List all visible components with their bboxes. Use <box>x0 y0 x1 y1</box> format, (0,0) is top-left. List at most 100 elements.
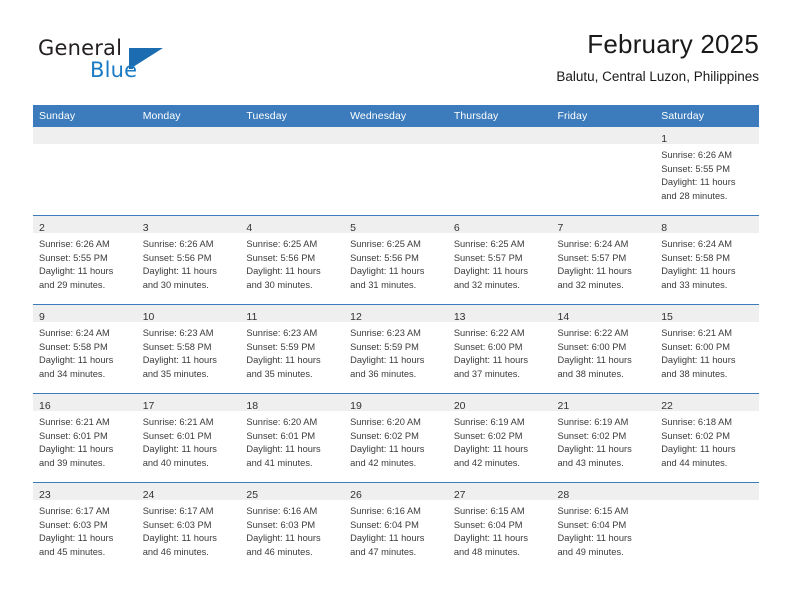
day-detail-line: Sunrise: 6:17 AM <box>142 506 214 516</box>
day-detail-line: and 44 minutes. <box>661 457 728 468</box>
day-detail-line: Sunset: 5:59 PM <box>350 341 419 352</box>
day-number-band: 4 <box>240 216 345 234</box>
calendar-day-cell-25[interactable]: 25 Sunrise: 6:16 AM Sunset: 6:03 PM Dayligh… <box>240 482 345 571</box>
weekday-header-tuesday: Tuesday <box>240 105 345 127</box>
day-details: Sunrise: 6:24 AM Sunset: 5:58 PM Daylight:… <box>33 322 137 381</box>
day-detail-line: and 28 minutes. <box>661 190 728 201</box>
day-detail-line: and 40 minutes. <box>142 457 209 468</box>
day-detail-line: Sunrise: 6:23 AM <box>350 328 421 338</box>
cell-inner <box>655 483 759 571</box>
day-details: Sunrise: 6:22 AM Sunset: 6:00 PM Daylight:… <box>448 322 552 381</box>
calendar-day-cell-1[interactable]: 1 Sunrise: 6:26 AM Sunset: 5:55 PM Daylight… <box>655 127 759 216</box>
cell-inner: 12 Sunrise: 6:23 AM Sunset: 5:59 PM Dayligh… <box>344 305 448 393</box>
calendar-day-cell-26[interactable]: 26 Sunrise: 6:16 AM Sunset: 6:04 PM Dayligh… <box>344 482 448 571</box>
day-detail-line: Daylight: 11 hours <box>350 444 425 455</box>
calendar-day-cell-16[interactable]: 16 Sunrise: 6:21 AM Sunset: 6:01 PM Dayligh… <box>33 393 137 483</box>
day-detail-line: Sunset: 6:01 PM <box>39 430 108 441</box>
calendar-empty-cell <box>344 127 448 216</box>
calendar-day-cell-3[interactable]: 3 Sunrise: 6:26 AM Sunset: 5:56 PM Daylight… <box>136 215 241 305</box>
day-detail-line: Sunset: 6:01 PM <box>246 430 316 441</box>
calendar-day-cell-5[interactable]: 5 Sunrise: 6:25 AM Sunset: 5:56 PM Daylight… <box>344 215 448 305</box>
calendar-day-cell-18[interactable]: 18 Sunrise: 6:20 AM Sunset: 6:01 PM Dayligh… <box>240 393 345 483</box>
brand-logo[interactable]: General Blue <box>33 36 233 88</box>
day-detail-line: Sunset: 6:02 PM <box>350 430 419 441</box>
calendar-day-cell-6[interactable]: 6 Sunrise: 6:25 AM Sunset: 5:57 PM Daylight… <box>447 215 552 305</box>
day-details: Sunrise: 6:24 AM Sunset: 5:58 PM Daylight:… <box>655 233 759 292</box>
day-detail-line: and 38 minutes. <box>557 368 624 379</box>
day-number-band: 24 <box>136 483 241 501</box>
day-number: 20 <box>453 400 466 412</box>
day-number-band: 21 <box>551 394 656 412</box>
day-number-band <box>551 127 656 144</box>
day-detail-line: Sunrise: 6:26 AM <box>142 239 214 249</box>
day-detail-line: and 36 minutes. <box>350 368 417 379</box>
day-detail-line: Daylight: 11 hours <box>39 444 114 455</box>
day-number: 12 <box>350 311 362 323</box>
day-details: Sunrise: 6:21 AM Sunset: 6:00 PM Daylight:… <box>655 322 759 381</box>
day-detail-line: Sunset: 6:00 PM <box>661 341 730 352</box>
day-details: Sunrise: 6:19 AM Sunset: 6:02 PM Daylight:… <box>448 411 552 470</box>
page-title: February 2025 <box>587 29 759 59</box>
calendar-day-cell-17[interactable]: 17 Sunrise: 6:21 AM Sunset: 6:01 PM Dayligh… <box>136 393 241 483</box>
day-number-band: 20 <box>447 394 552 412</box>
calendar-empty-cell <box>136 127 241 216</box>
day-number: 14 <box>557 311 570 323</box>
calendar-day-cell-23[interactable]: 23 Sunrise: 6:17 AM Sunset: 6:03 PM Dayligh… <box>33 482 137 571</box>
day-number: 16 <box>39 400 51 412</box>
day-detail-line: and 32 minutes. <box>557 279 624 290</box>
day-detail-line: Sunrise: 6:25 AM <box>350 239 421 249</box>
calendar-day-cell-14[interactable]: 14 Sunrise: 6:22 AM Sunset: 6:00 PM Dayligh… <box>551 304 656 394</box>
day-detail-line: Sunrise: 6:23 AM <box>142 328 214 338</box>
day-detail-line: Sunset: 6:01 PM <box>142 430 212 441</box>
cell-inner: 4 Sunrise: 6:25 AM Sunset: 5:56 PM Daylight… <box>240 216 345 304</box>
day-details: Sunrise: 6:25 AM Sunset: 5:56 PM Daylight:… <box>240 233 344 292</box>
calendar-day-cell-11[interactable]: 11 Sunrise: 6:23 AM Sunset: 5:59 PM Dayligh… <box>240 304 345 394</box>
day-details <box>448 144 552 149</box>
day-number: 21 <box>557 400 570 412</box>
day-detail-line: and 38 minutes. <box>661 368 728 379</box>
calendar-day-cell-2[interactable]: 2 Sunrise: 6:26 AM Sunset: 5:55 PM Daylight… <box>33 215 137 305</box>
calendar-day-cell-20[interactable]: 20 Sunrise: 6:19 AM Sunset: 6:02 PM Dayligh… <box>447 393 552 483</box>
day-number-band: 8 <box>655 216 759 234</box>
calendar-day-cell-15[interactable]: 15 Sunrise: 6:21 AM Sunset: 6:00 PM Dayligh… <box>655 304 759 394</box>
calendar-day-cell-12[interactable]: 12 Sunrise: 6:23 AM Sunset: 5:59 PM Dayligh… <box>344 304 448 394</box>
day-detail-line: and 33 minutes. <box>661 279 728 290</box>
day-detail-line: Daylight: 11 hours <box>246 444 321 455</box>
calendar-day-cell-22[interactable]: 22 Sunrise: 6:18 AM Sunset: 6:02 PM Dayligh… <box>655 393 759 483</box>
day-number: 7 <box>557 222 564 234</box>
day-number: 5 <box>350 222 356 234</box>
cell-inner: 18 Sunrise: 6:20 AM Sunset: 6:01 PM Dayligh… <box>240 394 345 482</box>
day-detail-line: Daylight: 11 hours <box>557 266 632 277</box>
cell-inner: 14 Sunrise: 6:22 AM Sunset: 6:00 PM Dayligh… <box>551 305 656 393</box>
calendar-day-cell-10[interactable]: 10 Sunrise: 6:23 AM Sunset: 5:58 PM Dayligh… <box>136 304 241 394</box>
day-detail-line: Sunset: 5:55 PM <box>39 252 108 263</box>
cell-inner: 23 Sunrise: 6:17 AM Sunset: 6:03 PM Dayligh… <box>33 483 137 571</box>
calendar-day-cell-28[interactable]: 28 Sunrise: 6:15 AM Sunset: 6:04 PM Dayligh… <box>551 482 656 571</box>
calendar-day-cell-8[interactable]: 8 Sunrise: 6:24 AM Sunset: 5:58 PM Daylight… <box>655 215 759 305</box>
cell-inner: 8 Sunrise: 6:24 AM Sunset: 5:58 PM Daylight… <box>655 216 759 304</box>
calendar-day-cell-7[interactable]: 7 Sunrise: 6:24 AM Sunset: 5:57 PM Daylight… <box>551 215 656 305</box>
calendar-day-cell-13[interactable]: 13 Sunrise: 6:22 AM Sunset: 6:00 PM Dayligh… <box>447 304 552 394</box>
day-detail-line: and 39 minutes. <box>39 457 106 468</box>
day-detail-line: Sunset: 6:00 PM <box>453 341 523 352</box>
day-number-band <box>136 127 241 144</box>
day-detail-line: Daylight: 11 hours <box>453 444 529 455</box>
day-number: 18 <box>246 400 259 412</box>
calendar-day-cell-21[interactable]: 21 Sunrise: 6:19 AM Sunset: 6:02 PM Dayligh… <box>551 393 656 483</box>
day-number: 2 <box>39 222 45 234</box>
day-number: 24 <box>142 489 155 501</box>
day-detail-line: Sunrise: 6:26 AM <box>661 150 733 160</box>
day-detail-line: Sunrise: 6:24 AM <box>39 328 110 338</box>
calendar-day-cell-4[interactable]: 4 Sunrise: 6:25 AM Sunset: 5:56 PM Daylight… <box>240 215 345 305</box>
day-detail-line: Daylight: 11 hours <box>142 355 217 366</box>
calendar-day-cell-19[interactable]: 19 Sunrise: 6:20 AM Sunset: 6:02 PM Dayligh… <box>344 393 448 483</box>
day-number: 17 <box>142 400 155 412</box>
day-number: 28 <box>557 489 570 501</box>
calendar-day-cell-9[interactable]: 9 Sunrise: 6:24 AM Sunset: 5:58 PM Daylight… <box>33 304 137 394</box>
day-details <box>137 144 241 149</box>
cell-inner: 16 Sunrise: 6:21 AM Sunset: 6:01 PM Dayligh… <box>33 394 137 482</box>
day-detail-line: and 30 minutes. <box>142 279 209 290</box>
calendar-day-cell-27[interactable]: 27 Sunrise: 6:15 AM Sunset: 6:04 PM Dayligh… <box>447 482 552 571</box>
calendar-day-cell-24[interactable]: 24 Sunrise: 6:17 AM Sunset: 6:03 PM Dayligh… <box>136 482 241 571</box>
day-detail-line: and 31 minutes. <box>350 279 417 290</box>
